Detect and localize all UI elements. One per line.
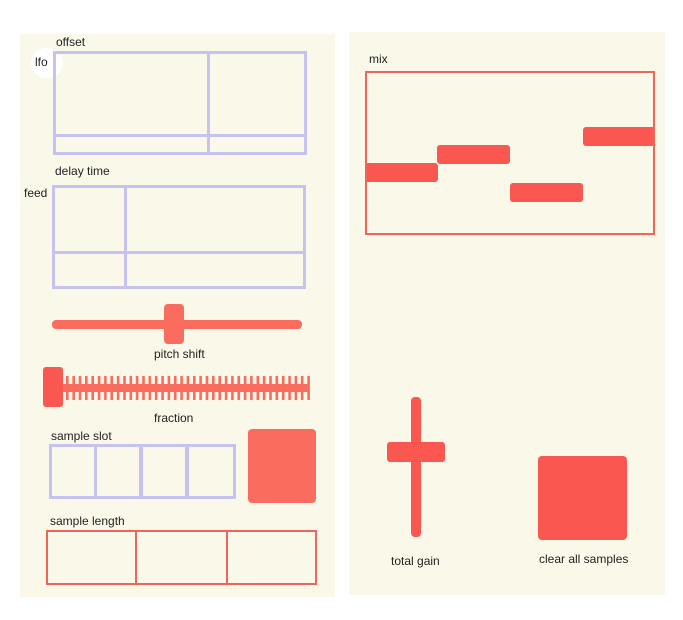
- mix-slider-2[interactable]: [437, 145, 510, 164]
- sample-length-divider-1: [135, 530, 137, 585]
- delay-pad-vdivider: [124, 185, 127, 289]
- delay-pad-hdivider: [52, 251, 306, 254]
- sample-slot-3[interactable]: [140, 444, 188, 499]
- sample-slot-toggle-button[interactable]: [248, 429, 316, 503]
- right-panel: mix total gain clear all samples: [349, 32, 665, 595]
- fraction-tick: [218, 376, 221, 400]
- fraction-tick: [262, 376, 266, 400]
- lfo-pad-hdivider: [53, 134, 307, 137]
- sample-slot-4[interactable]: [186, 444, 236, 499]
- fraction-tick: [104, 376, 107, 400]
- fraction-tick: [231, 376, 234, 400]
- fraction-tick: [294, 376, 298, 400]
- fraction-tick: [72, 376, 75, 400]
- offset-label: offset: [56, 35, 86, 49]
- fraction-tick: [281, 376, 285, 400]
- clear-all-samples-button[interactable]: [538, 456, 627, 540]
- fraction-tick: [275, 376, 279, 400]
- delay-time-label: delay time: [55, 164, 110, 178]
- fraction-tick: [110, 376, 113, 400]
- fraction-tick: [154, 376, 158, 400]
- fraction-tick: [129, 376, 133, 400]
- fraction-tick: [85, 376, 88, 400]
- fraction-tick: [123, 376, 126, 400]
- sample-slot-label: sample slot: [51, 429, 112, 443]
- sample-length-divider-2: [226, 530, 228, 585]
- mix-multislider[interactable]: [365, 71, 655, 235]
- fraction-tick: [91, 376, 94, 400]
- left-panel: offset lfo delay time feed pitch shift f…: [20, 34, 335, 597]
- pitch-shift-slider-thumb[interactable]: [164, 304, 184, 344]
- total-gain-label: total gain: [391, 554, 440, 568]
- mix-label: mix: [369, 52, 388, 66]
- lfo-xy-pad[interactable]: [53, 51, 307, 155]
- fraction-tick: [250, 376, 253, 400]
- fraction-tick: [199, 376, 202, 400]
- fraction-tick: [173, 376, 177, 400]
- fraction-tick: [66, 376, 69, 400]
- sample-length-bar[interactable]: [46, 530, 317, 585]
- fraction-tick: [142, 376, 145, 400]
- sample-slot-1[interactable]: [49, 444, 97, 499]
- fraction-tick: [78, 376, 82, 400]
- mix-slider-1[interactable]: [367, 163, 438, 182]
- fraction-tick: [212, 376, 215, 400]
- total-gain-slider-thumb[interactable]: [387, 442, 445, 462]
- fraction-label: fraction: [154, 411, 194, 425]
- fraction-tick: [186, 376, 190, 400]
- fraction-tick: [307, 376, 310, 400]
- fraction-tick: [243, 376, 247, 400]
- lfo-label: lfo: [35, 55, 48, 69]
- fraction-tick: [300, 376, 304, 400]
- sample-length-label: sample length: [50, 514, 125, 528]
- fraction-slider-thumb: [43, 367, 63, 407]
- fraction-tick: [116, 376, 120, 400]
- fraction-tick: [237, 376, 240, 400]
- lfo-pad-vdivider: [207, 51, 210, 155]
- fraction-tick: [161, 376, 164, 400]
- fraction-tick: [135, 376, 139, 400]
- fraction-tick: [97, 376, 101, 400]
- fraction-tick: [148, 376, 152, 400]
- fraction-tick: [193, 376, 196, 400]
- fraction-tick: [180, 376, 183, 400]
- total-gain-slider-track[interactable]: [411, 397, 421, 537]
- fraction-slider[interactable]: [40, 364, 312, 410]
- fraction-tick: [288, 376, 291, 400]
- fraction-tick: [224, 376, 228, 400]
- clear-all-samples-label: clear all samples: [539, 552, 629, 566]
- fraction-tick: [256, 376, 260, 400]
- fraction-tick: [269, 376, 272, 400]
- mix-slider-4[interactable]: [583, 127, 653, 146]
- mix-slider-3[interactable]: [510, 183, 583, 202]
- feed-label: feed: [24, 186, 48, 200]
- pitch-shift-label: pitch shift: [154, 347, 205, 361]
- fraction-tick: [205, 376, 209, 400]
- delay-feed-xy-pad[interactable]: [52, 185, 306, 289]
- fraction-tick: [167, 376, 171, 400]
- sample-slot-2[interactable]: [94, 444, 142, 499]
